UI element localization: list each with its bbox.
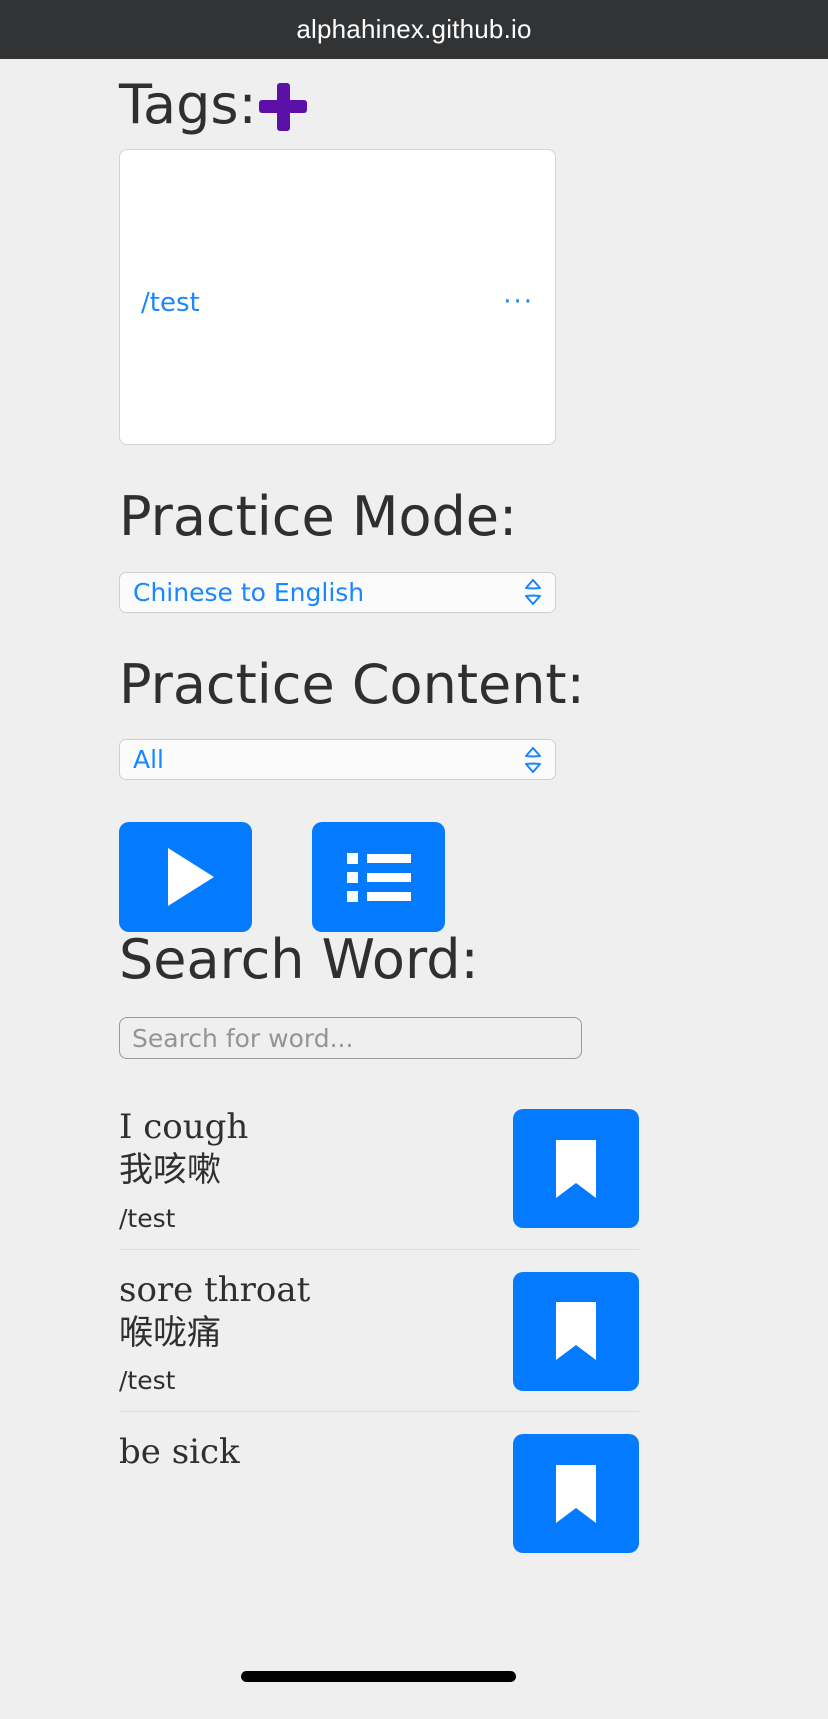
tag-name-label[interactable]: /test [141, 288, 200, 318]
chevron-updown-icon [524, 746, 542, 773]
word-list: I cough 我咳嗽 /test sore throat 喉咙痛 /test … [119, 1087, 639, 1569]
word-chinese: 我咳嗽 [119, 1150, 221, 1191]
bookmark-icon [552, 1463, 600, 1525]
page-content: Tags: /test ··· Practice Mode: Chinese t… [0, 59, 828, 1719]
practice-mode-title: Practice Mode: [119, 485, 518, 548]
bookmark-button[interactable] [513, 1271, 639, 1391]
practice-mode-select[interactable]: Chinese to English [119, 571, 556, 613]
tags-title: Tags: [119, 73, 257, 136]
list-item[interactable]: sore throat 喉咙痛 /test [119, 1248, 639, 1412]
browser-url-text: alphahinex.github.io [296, 14, 532, 44]
list-item[interactable]: I cough 我咳嗽 /test [119, 1087, 639, 1249]
practice-content-title: Practice Content: [119, 652, 585, 716]
drag-stroke-overlay [241, 1671, 516, 1682]
search-input[interactable] [119, 1017, 582, 1060]
tag-list-item[interactable]: /test ··· [120, 283, 555, 323]
search-word-title: Search Word: [119, 928, 479, 992]
action-buttons-row [119, 822, 778, 933]
tags-list-box: /test ··· [119, 149, 556, 445]
plus-icon[interactable] [258, 83, 307, 131]
word-list-button[interactable] [312, 822, 445, 933]
word-english: I cough [119, 1107, 249, 1148]
browser-title-bar: alphahinex.github.io [0, 0, 828, 59]
word-english: be sick [119, 1432, 240, 1473]
tags-header: Tags: [119, 59, 778, 141]
play-icon [167, 848, 214, 907]
tag-more-icon[interactable]: ··· [503, 290, 534, 315]
word-chinese: 喉咙痛 [119, 1312, 221, 1353]
practice-content-selected-value: All [133, 745, 164, 775]
word-text-block: be sick [119, 1430, 240, 1472]
bookmark-icon [552, 1300, 600, 1362]
practice-mode-selected-value: Chinese to English [133, 577, 365, 607]
list-icon [346, 851, 411, 903]
word-text-block: I cough 我咳嗽 /test [119, 1105, 248, 1233]
start-practice-button[interactable] [119, 822, 252, 933]
word-tag: /test [119, 1366, 176, 1396]
chevron-updown-icon [524, 579, 542, 606]
word-tag: /test [119, 1203, 176, 1233]
list-item[interactable]: be sick [119, 1411, 639, 1569]
bookmark-icon [552, 1138, 600, 1200]
bookmark-button[interactable] [513, 1434, 639, 1554]
word-text-block: sore throat 喉咙痛 /test [119, 1268, 310, 1396]
word-english: sore throat [119, 1269, 311, 1310]
bookmark-button[interactable] [513, 1109, 639, 1229]
practice-content-select[interactable]: All [119, 739, 556, 781]
